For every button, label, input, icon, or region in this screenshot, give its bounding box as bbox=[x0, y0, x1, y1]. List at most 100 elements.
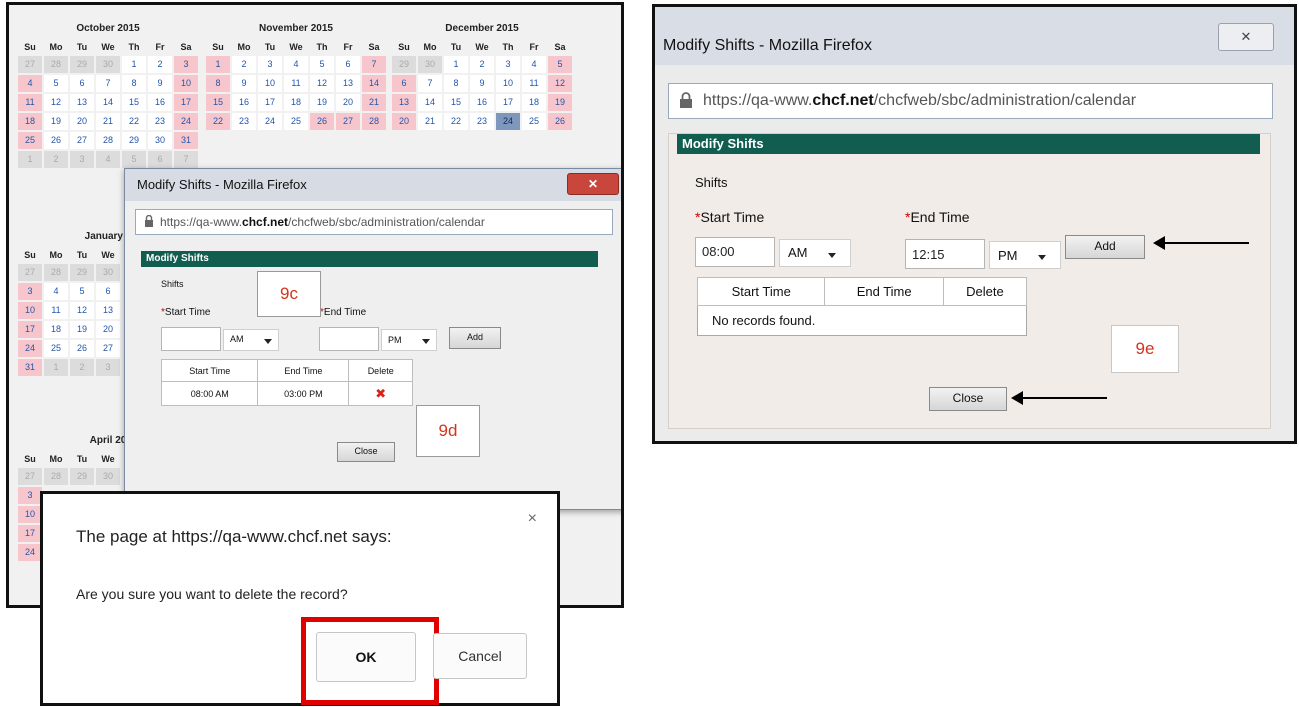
calendar-day[interactable]: 27 bbox=[18, 264, 42, 281]
calendar-day[interactable]: 2 bbox=[148, 56, 172, 73]
calendar-day[interactable]: 17 bbox=[18, 321, 42, 338]
calendar-day[interactable]: 5 bbox=[70, 283, 94, 300]
end-time-input[interactable] bbox=[319, 327, 379, 351]
start-ampm-select[interactable]: AM bbox=[223, 329, 279, 351]
calendar-day[interactable]: 5 bbox=[122, 151, 146, 168]
calendar-day[interactable]: 18 bbox=[522, 94, 546, 111]
calendar-day[interactable]: 23 bbox=[148, 113, 172, 130]
calendar-day[interactable]: 22 bbox=[206, 113, 230, 130]
add-button[interactable]: Add bbox=[1065, 235, 1145, 259]
calendar-day[interactable]: 10 bbox=[174, 75, 198, 92]
calendar-day[interactable]: 20 bbox=[70, 113, 94, 130]
close-button[interactable]: Close bbox=[929, 387, 1007, 411]
calendar-day[interactable]: 25 bbox=[44, 340, 68, 357]
calendar-day[interactable]: 11 bbox=[18, 94, 42, 111]
calendar-day[interactable]: 11 bbox=[522, 75, 546, 92]
calendar-day[interactable]: 24 bbox=[174, 113, 198, 130]
calendar-day[interactable]: 3 bbox=[96, 359, 120, 376]
start-time-input[interactable]: 08:00 bbox=[695, 237, 775, 267]
calendar-day[interactable]: 12 bbox=[70, 302, 94, 319]
calendar-day[interactable]: 17 bbox=[18, 525, 42, 542]
end-time-input[interactable]: 12:15 bbox=[905, 239, 985, 269]
calendar-day[interactable]: 8 bbox=[444, 75, 468, 92]
calendar-day[interactable]: 30 bbox=[418, 56, 442, 73]
calendar-day[interactable]: 17 bbox=[258, 94, 282, 111]
calendar-day[interactable]: 13 bbox=[96, 302, 120, 319]
calendar-day[interactable]: 6 bbox=[70, 75, 94, 92]
calendar-day[interactable]: 27 bbox=[70, 132, 94, 149]
calendar-day[interactable]: 19 bbox=[44, 113, 68, 130]
calendar-day[interactable]: 7 bbox=[418, 75, 442, 92]
calendar-day[interactable]: 14 bbox=[418, 94, 442, 111]
calendar-day[interactable]: 23 bbox=[470, 113, 494, 130]
calendar-day[interactable]: 18 bbox=[284, 94, 308, 111]
calendar-day[interactable]: 3 bbox=[174, 56, 198, 73]
start-time-input[interactable] bbox=[161, 327, 221, 351]
calendar-day[interactable]: 19 bbox=[70, 321, 94, 338]
close-window-icon[interactable]: ✕ bbox=[1218, 23, 1274, 51]
calendar-day[interactable]: 31 bbox=[18, 359, 42, 376]
calendar-day[interactable]: 10 bbox=[258, 75, 282, 92]
calendar-day[interactable]: 12 bbox=[548, 75, 572, 92]
calendar-day[interactable]: 28 bbox=[44, 56, 68, 73]
calendar-day[interactable]: 28 bbox=[362, 113, 386, 130]
calendar-day[interactable]: 28 bbox=[44, 468, 68, 485]
calendar-day[interactable]: 21 bbox=[362, 94, 386, 111]
calendar-day[interactable]: 17 bbox=[496, 94, 520, 111]
calendar-day[interactable]: 9 bbox=[470, 75, 494, 92]
calendar-day[interactable]: 15 bbox=[122, 94, 146, 111]
calendar-day[interactable]: 16 bbox=[148, 94, 172, 111]
url-bar[interactable]: https://qa-www.chcf.net/chcfweb/sbc/admi… bbox=[668, 83, 1273, 119]
calendar-day[interactable]: 6 bbox=[148, 151, 172, 168]
calendar-day[interactable]: 27 bbox=[96, 340, 120, 357]
calendar-day[interactable]: 8 bbox=[206, 75, 230, 92]
calendar-day[interactable]: 21 bbox=[96, 113, 120, 130]
calendar-day[interactable]: 22 bbox=[444, 113, 468, 130]
close-icon[interactable]: × bbox=[528, 510, 537, 528]
calendar-day[interactable]: 30 bbox=[96, 468, 120, 485]
calendar-day[interactable]: 29 bbox=[392, 56, 416, 73]
calendar-day[interactable]: 24 bbox=[496, 113, 520, 130]
calendar-day[interactable]: 21 bbox=[418, 113, 442, 130]
add-button[interactable]: Add bbox=[449, 327, 501, 349]
calendar-day[interactable]: 24 bbox=[258, 113, 282, 130]
calendar-day[interactable]: 2 bbox=[232, 56, 256, 73]
calendar-day[interactable]: 12 bbox=[310, 75, 334, 92]
calendar-day[interactable]: 22 bbox=[122, 113, 146, 130]
calendar-day[interactable]: 9 bbox=[232, 75, 256, 92]
calendar-day[interactable]: 25 bbox=[18, 132, 42, 149]
calendar-day[interactable]: 4 bbox=[522, 56, 546, 73]
calendar-day[interactable]: 1 bbox=[44, 359, 68, 376]
calendar-day[interactable]: 12 bbox=[44, 94, 68, 111]
calendar-day[interactable]: 11 bbox=[44, 302, 68, 319]
calendar-day[interactable]: 16 bbox=[232, 94, 256, 111]
calendar-day[interactable]: 25 bbox=[284, 113, 308, 130]
calendar-day[interactable]: 24 bbox=[18, 544, 42, 561]
calendar-day[interactable]: 13 bbox=[336, 75, 360, 92]
calendar-day[interactable]: 1 bbox=[444, 56, 468, 73]
calendar-day[interactable]: 18 bbox=[44, 321, 68, 338]
calendar-day[interactable]: 2 bbox=[44, 151, 68, 168]
close-button[interactable]: Close bbox=[337, 442, 395, 462]
calendar-day[interactable]: 10 bbox=[18, 506, 42, 523]
calendar-day[interactable]: 1 bbox=[206, 56, 230, 73]
calendar-day[interactable]: 30 bbox=[148, 132, 172, 149]
calendar-day[interactable]: 28 bbox=[96, 132, 120, 149]
ok-button[interactable]: OK bbox=[316, 632, 416, 682]
calendar-day[interactable]: 2 bbox=[470, 56, 494, 73]
calendar-day[interactable]: 23 bbox=[232, 113, 256, 130]
calendar-day[interactable]: 7 bbox=[96, 75, 120, 92]
calendar-day[interactable]: 24 bbox=[18, 340, 42, 357]
calendar-day[interactable]: 1 bbox=[18, 151, 42, 168]
calendar-day[interactable]: 13 bbox=[392, 94, 416, 111]
calendar-day[interactable]: 4 bbox=[18, 75, 42, 92]
calendar-day[interactable]: 18 bbox=[18, 113, 42, 130]
calendar-day[interactable]: 16 bbox=[470, 94, 494, 111]
calendar-day[interactable]: 20 bbox=[336, 94, 360, 111]
calendar-day[interactable]: 14 bbox=[96, 94, 120, 111]
calendar-day[interactable]: 20 bbox=[392, 113, 416, 130]
calendar-day[interactable]: 9 bbox=[148, 75, 172, 92]
calendar-day[interactable]: 1 bbox=[122, 56, 146, 73]
calendar-day[interactable]: 15 bbox=[444, 94, 468, 111]
calendar-day[interactable]: 25 bbox=[522, 113, 546, 130]
